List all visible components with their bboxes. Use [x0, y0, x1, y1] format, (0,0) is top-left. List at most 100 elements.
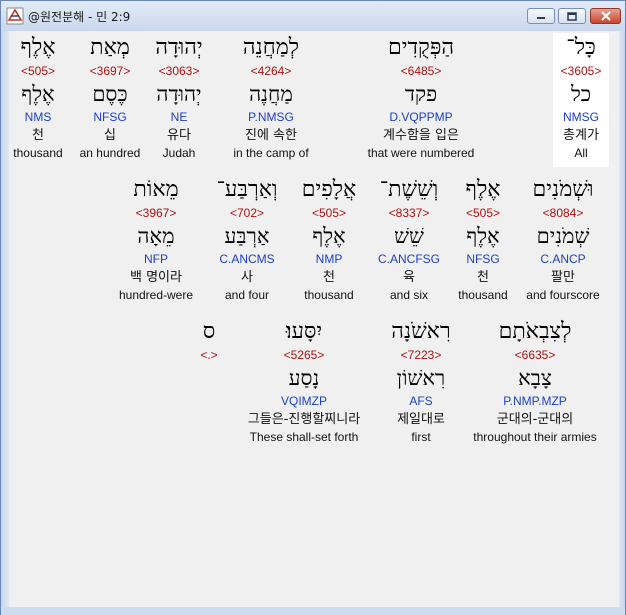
word-cell[interactable]: יְהוּדָה <3063> יְהוּדָה NE 유다 Judah	[149, 33, 209, 161]
close-icon	[600, 11, 611, 21]
hebrew-word: ס	[202, 319, 216, 344]
strongs-number[interactable]: <3967>	[136, 205, 177, 221]
english-gloss: and four	[224, 288, 270, 302]
maximize-button[interactable]	[558, 8, 586, 24]
strongs-number[interactable]: <8337>	[389, 205, 430, 221]
strongs-number[interactable]: <8084>	[543, 205, 584, 221]
hebrew-word: אֶלֶף	[20, 35, 56, 60]
word-cell[interactable]: אֲלָפִים <505> אֶלֶף NMP 천 thousand	[293, 175, 365, 303]
korean-gloss: 천	[32, 128, 44, 143]
english-gloss: in the camp of	[233, 146, 309, 160]
parsing-code: NMS	[24, 110, 52, 124]
strongs-number[interactable]: <5265>	[284, 347, 325, 363]
parsing-code: VQIMZP	[280, 394, 327, 408]
word-cell[interactable]: אֶלֶף <505> אֶלֶף NFSG 천 thousand	[453, 175, 513, 303]
strongs-number[interactable]: <6635>	[515, 347, 556, 363]
hebrew-lemma: נָסַע	[288, 366, 320, 390]
korean-gloss: 진에 속한	[245, 128, 297, 143]
close-button[interactable]	[590, 8, 621, 24]
hebrew-lemma: אַרְבַּע	[224, 224, 270, 248]
hebrew-word: וּשְׁמֹנִים	[532, 177, 594, 202]
parsing-code: P.NMP.MZP	[503, 394, 567, 408]
hebrew-lemma: מַחֲנֶה	[249, 82, 293, 106]
parsing-code: NFP	[144, 252, 168, 266]
word-cell[interactable]: מֵאוֹת <3967> מֵאָה NFP 백 명이라 hundred-we…	[111, 175, 201, 303]
hebrew-word: יִסָּעוּ׃	[285, 319, 323, 344]
korean-gloss: 제일대로	[397, 412, 445, 427]
word-cell[interactable]: וּשְׁמֹנִים <8084> שְׁמֹנִים C.ANCP 팔만 a…	[517, 175, 609, 303]
strongs-number[interactable]: <702>	[230, 205, 264, 221]
strongs-number[interactable]: <7223>	[401, 347, 442, 363]
strongs-number[interactable]: <505>	[21, 63, 55, 79]
minimize-button[interactable]	[527, 8, 555, 24]
hebrew-word: וְאַרְבַּע־	[216, 177, 278, 202]
strongs-number[interactable]: <.>	[200, 347, 217, 363]
hebrew-lemma: שֵׁשׁ	[394, 224, 424, 248]
parsing-code: AFS	[409, 394, 433, 408]
parsing-code: C.ANCFSG	[377, 252, 440, 266]
word-cell[interactable]: לְצִבְאֹתָם <6635> צָבָא P.NMP.MZP 군대의-군…	[465, 317, 605, 445]
word-cell[interactable]: רִאשֹׁנָה <7223> רִאשׁוֹן AFS 제일대로 first	[377, 317, 465, 445]
word-cell[interactable]: וְאַרְבַּע־ <702> אַרְבַּע C.ANCMS 사 and…	[209, 175, 285, 303]
parsing-code: C.ANCP	[540, 252, 586, 266]
interlinear-view: כָּל־ <3605> כל NMSG 총계가 All הַפְּקֻדִים…	[9, 31, 619, 607]
strongs-number[interactable]: <6485>	[401, 63, 442, 79]
english-gloss: thousand	[304, 288, 354, 302]
hebrew-word: רִאשֹׁנָה	[391, 319, 451, 344]
title-bar[interactable]: @원전분해 - 민 2:9	[1, 1, 625, 32]
english-gloss: throughout their armies	[473, 430, 597, 444]
word-cell[interactable]: הַפְּקֻדִים <6485> פקד D.VQPPMP 계수함을 입은 …	[361, 33, 481, 161]
strongs-number[interactable]: <505>	[466, 205, 500, 221]
english-gloss: These shall-set forth	[249, 430, 359, 444]
strongs-number[interactable]: <3605>	[561, 63, 602, 79]
hebrew-lemma: אֶלֶף	[466, 224, 500, 248]
hebrew-word: לְצִבְאֹתָם	[498, 319, 572, 344]
hebrew-lemma: אֶלֶף	[21, 82, 55, 106]
korean-gloss: 군대의-군대의	[496, 412, 574, 427]
english-gloss: thousand	[458, 288, 508, 302]
app-icon[interactable]	[6, 7, 24, 25]
maximize-icon	[567, 11, 577, 21]
korean-gloss: 그들은-진행할찌니라	[247, 412, 361, 427]
korean-gloss: 계수함을 입은	[383, 128, 459, 143]
hebrew-word: אֶלֶף	[465, 177, 501, 202]
word-cell[interactable]: אֶלֶף <505> אֶלֶף NMS 천 thousand	[9, 33, 67, 161]
english-gloss: first	[411, 430, 431, 444]
window-title: @원전분해 - 민 2:9	[28, 10, 131, 24]
parsing-code: NFSG	[93, 110, 127, 124]
parsing-code: NE	[170, 110, 188, 124]
strongs-number[interactable]: <505>	[312, 205, 346, 221]
english-gloss: hundred-were	[118, 288, 194, 302]
word-cell[interactable]: מְאַת <3697> כֶּסֶם NFSG 십 an hundred	[75, 33, 145, 161]
korean-gloss: 천	[477, 270, 489, 285]
word-cell[interactable]: כָּל־ <3605> כל NMSG 총계가 All	[553, 33, 609, 167]
strongs-number[interactable]: <3697>	[90, 63, 131, 79]
english-gloss: and six	[389, 288, 429, 302]
hebrew-word: הַפְּקֻדִים	[387, 35, 455, 60]
minimize-icon	[537, 17, 545, 19]
korean-gloss: 사	[241, 270, 253, 285]
strongs-number[interactable]: <4264>	[251, 63, 292, 79]
english-gloss: thousand	[13, 146, 63, 160]
hebrew-lemma: יְהוּדָה	[156, 82, 202, 106]
strongs-number[interactable]: <3063>	[159, 63, 200, 79]
hebrew-lemma: שְׁמֹנִים	[536, 224, 590, 248]
hebrew-lemma: רִאשׁוֹן	[396, 366, 446, 390]
english-gloss: All	[574, 146, 588, 160]
hebrew-word: לְמַחֲנֵה	[242, 35, 300, 60]
parsing-code: D.VQPPMP	[389, 110, 453, 124]
english-gloss: an hundred	[79, 146, 141, 160]
hebrew-word: וְשֵׁשֶׁת־	[379, 177, 439, 202]
hebrew-lemma: אֶלֶף	[312, 224, 346, 248]
parsing-code: P.NMSG	[248, 110, 294, 124]
english-gloss: that were numbered	[367, 146, 475, 160]
hebrew-word: מֵאוֹת	[133, 177, 179, 202]
word-cell[interactable]: יִסָּעוּ׃ <5265> נָסַע VQIMZP 그들은-진행할찌니라…	[233, 317, 375, 445]
parsing-code: C.ANCMS	[219, 252, 275, 266]
hebrew-lemma: כֶּסֶם	[92, 82, 128, 106]
window-frame-right	[619, 31, 625, 615]
word-cell[interactable]: לְמַחֲנֵה <4264> מַחֲנֶה P.NMSG 진에 속한 in…	[223, 33, 319, 161]
word-cell[interactable]: וְשֵׁשֶׁת־ <8337> שֵׁשׁ C.ANCFSG 육 and s…	[369, 175, 449, 303]
word-cell[interactable]: ס <.>	[191, 317, 227, 363]
korean-gloss: 유다	[167, 128, 191, 143]
